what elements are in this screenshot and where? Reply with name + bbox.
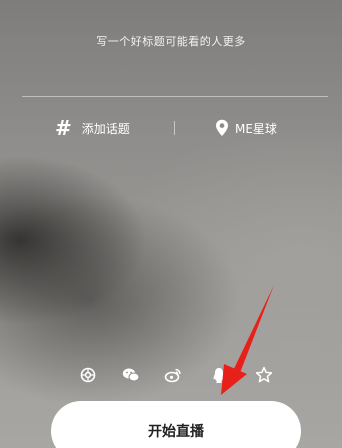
moments-icon[interactable] bbox=[79, 366, 97, 384]
add-topic-button[interactable]: # 添加话题 bbox=[55, 114, 130, 142]
start-live-button[interactable]: 开始直播 bbox=[51, 401, 301, 448]
hash-icon: # bbox=[55, 116, 72, 140]
qq-icon[interactable] bbox=[210, 366, 228, 384]
add-topic-label: 添加话题 bbox=[81, 121, 130, 136]
wechat-icon[interactable] bbox=[122, 366, 140, 384]
qzone-star-icon[interactable] bbox=[255, 366, 273, 384]
options-separator bbox=[174, 121, 175, 135]
divider bbox=[22, 96, 328, 97]
options-row: # 添加话题 ME星球 bbox=[0, 114, 342, 142]
location-pin-icon bbox=[215, 119, 229, 137]
weibo-icon[interactable] bbox=[164, 366, 182, 384]
start-live-label: 开始直播 bbox=[148, 424, 204, 440]
share-row bbox=[0, 366, 342, 386]
title-input-hint[interactable]: 写一个好标题可能看的人更多 bbox=[0, 33, 342, 49]
location-label: ME星球 bbox=[235, 121, 277, 136]
location-button[interactable]: ME星球 bbox=[215, 114, 277, 142]
